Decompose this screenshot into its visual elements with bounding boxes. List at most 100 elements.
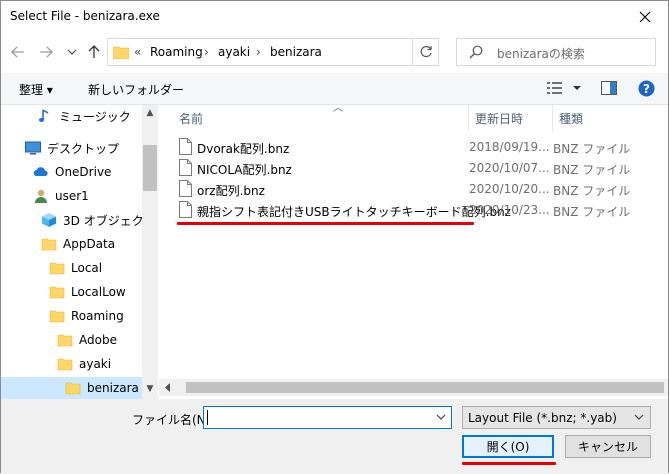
dialog-footer: ファイル名(N): Layout File (*.bnz; *.yab) 開く(… xyxy=(1,399,668,474)
change-view-button[interactable] xyxy=(547,81,581,98)
file-type-select[interactable]: Layout File (*.bnz; *.yab) xyxy=(462,406,651,429)
highlight-underline xyxy=(462,462,556,465)
file-list: 名前 ︿ 更新日時 種類 Dvorak配列.bnz 2018/09/19... … xyxy=(159,103,668,399)
forward-button[interactable] xyxy=(37,43,55,61)
crumb-separator[interactable]: › xyxy=(256,45,261,59)
file-name: NICOLA配列.bnz xyxy=(197,163,292,177)
crumb-benizara[interactable]: benizara xyxy=(270,45,322,59)
address-bar[interactable]: « Roaming › ayaki › benizara xyxy=(107,38,507,66)
file-row[interactable]: Dvorak配列.bnz 2018/09/19... BNZ ファイル xyxy=(177,137,657,158)
navigation-bar: « Roaming › ayaki › benizara benizaraの検索 xyxy=(1,33,668,73)
tree-item-music[interactable]: ミュージック xyxy=(37,105,131,127)
window-title: Select File - benizara.exe xyxy=(10,9,160,23)
navigation-scrollbar[interactable]: ▲ ▼ xyxy=(142,105,158,399)
search-box[interactable]: benizaraの検索 xyxy=(456,38,656,66)
scroll-down-button[interactable]: ▼ xyxy=(142,381,158,397)
file-name: 親指シフト表記付きUSBライトタッチキーボード配列.bnz xyxy=(197,205,511,219)
scroll-up-button[interactable]: ▲ xyxy=(142,105,158,121)
tree-item-3d-objects[interactable]: 3D オブジェクト xyxy=(41,209,156,231)
refresh-button[interactable] xyxy=(412,39,438,65)
tree-item-adobe[interactable]: Adobe xyxy=(57,329,117,351)
chevron-down-icon[interactable] xyxy=(434,410,448,424)
column-header-type[interactable]: 種類 xyxy=(553,105,661,131)
tree-item-label: OneDrive xyxy=(55,165,112,179)
preview-pane-icon xyxy=(601,81,617,95)
file-date: 2020/10/23... xyxy=(469,203,550,217)
open-button-label: 開く(O) xyxy=(486,440,530,454)
column-header-name[interactable]: 名前 ︿ xyxy=(173,103,469,131)
file-type: BNZ ファイル xyxy=(553,184,631,198)
crumb-separator[interactable]: › xyxy=(204,45,209,59)
folder-icon xyxy=(49,262,65,275)
tree-item-onedrive[interactable]: OneDrive xyxy=(33,161,111,183)
preview-pane-button[interactable] xyxy=(601,81,617,98)
organize-button[interactable]: 整理 ▾ xyxy=(19,81,53,98)
tree-item-roaming[interactable]: Roaming xyxy=(49,305,124,327)
tree-item-label: user1 xyxy=(55,189,89,203)
navigation-pane: ミュージック デスクトップ OneDrive user1 3D オブジェクト A… xyxy=(1,105,158,399)
file-list-horizontal-scrollbar[interactable] xyxy=(159,379,668,396)
folder-icon xyxy=(49,286,65,299)
close-button[interactable] xyxy=(622,1,668,32)
folder-icon xyxy=(57,334,73,347)
column-header-label: 種類 xyxy=(559,111,584,126)
recent-locations-button[interactable] xyxy=(63,43,81,61)
column-header-date[interactable]: 更新日時 xyxy=(469,105,553,131)
filename-input[interactable] xyxy=(203,406,452,429)
folder-icon xyxy=(41,238,57,251)
file-date: 2020/10/20... xyxy=(469,182,550,196)
user-icon xyxy=(35,189,47,203)
tree-item-benizara[interactable]: benizara xyxy=(1,377,142,399)
tree-item-label: Roaming xyxy=(71,309,124,323)
text-caret xyxy=(207,410,208,425)
tree-item-local[interactable]: Local xyxy=(49,257,102,279)
chevron-down-icon xyxy=(67,49,77,55)
search-icon xyxy=(469,45,483,59)
tree-item-label: ayaki xyxy=(79,357,112,371)
tree-item-ayaki[interactable]: ayaki xyxy=(57,353,111,375)
main-pane: ミュージック デスクトップ OneDrive user1 3D オブジェクト A… xyxy=(1,103,668,399)
refresh-icon xyxy=(420,45,432,58)
tree-item-locallow[interactable]: LocalLow xyxy=(49,281,126,303)
tree-item-appdata[interactable]: AppData xyxy=(41,233,115,255)
file-name: Dvorak配列.bnz xyxy=(197,142,290,156)
crumb-roaming[interactable]: Roaming xyxy=(150,45,203,59)
file-row[interactable]: NICOLA配列.bnz 2020/10/07... BNZ ファイル xyxy=(177,158,657,179)
chevron-down-icon xyxy=(634,414,644,420)
arrow-right-icon xyxy=(40,46,53,58)
file-row[interactable]: 親指シフト表記付きUSBライトタッチキーボード配列.bnz 2020/10/23… xyxy=(177,200,657,221)
tree-item-label: Adobe xyxy=(79,333,117,347)
crumb-ayaki[interactable]: ayaki xyxy=(218,45,250,59)
cube-icon xyxy=(42,213,56,227)
tree-item-label: benizara xyxy=(87,381,139,395)
cancel-button[interactable]: キャンセル xyxy=(565,435,651,458)
column-header-label: 名前 xyxy=(179,111,204,126)
scroll-left-icon[interactable] xyxy=(165,383,171,392)
up-button[interactable] xyxy=(85,43,103,61)
music-note-icon xyxy=(39,109,49,122)
file-icon xyxy=(179,180,192,197)
help-button[interactable]: ? xyxy=(638,80,655,100)
file-type-value: Layout File (*.bnz; *.yab) xyxy=(468,411,617,425)
file-date: 2018/09/19... xyxy=(469,140,550,154)
scroll-thumb[interactable] xyxy=(143,145,157,191)
file-type: BNZ ファイル xyxy=(553,142,631,156)
address-overflow[interactable]: « xyxy=(134,45,141,59)
open-button[interactable]: 開く(O) xyxy=(462,435,554,458)
scroll-thumb[interactable] xyxy=(186,382,664,393)
highlight-underline xyxy=(177,222,474,225)
back-button[interactable] xyxy=(9,43,27,61)
folder-icon xyxy=(65,382,81,395)
close-icon xyxy=(639,11,651,22)
arrow-up-icon xyxy=(88,45,100,58)
file-dialog: Select File - benizara.exe « Roaming › a… xyxy=(0,0,669,474)
new-folder-button[interactable]: 新しいフォルダー xyxy=(88,81,184,98)
file-icon xyxy=(179,138,192,155)
tree-item-label: LocalLow xyxy=(71,285,126,299)
tree-item-user1[interactable]: user1 xyxy=(33,185,89,207)
file-row[interactable]: orz配列.bnz 2020/10/20... BNZ ファイル xyxy=(177,179,657,200)
folder-icon xyxy=(57,358,73,371)
file-name: orz配列.bnz xyxy=(197,184,265,198)
tree-item-desktop[interactable]: デスクトップ xyxy=(25,137,119,159)
search-placeholder: benizaraの検索 xyxy=(497,47,585,61)
